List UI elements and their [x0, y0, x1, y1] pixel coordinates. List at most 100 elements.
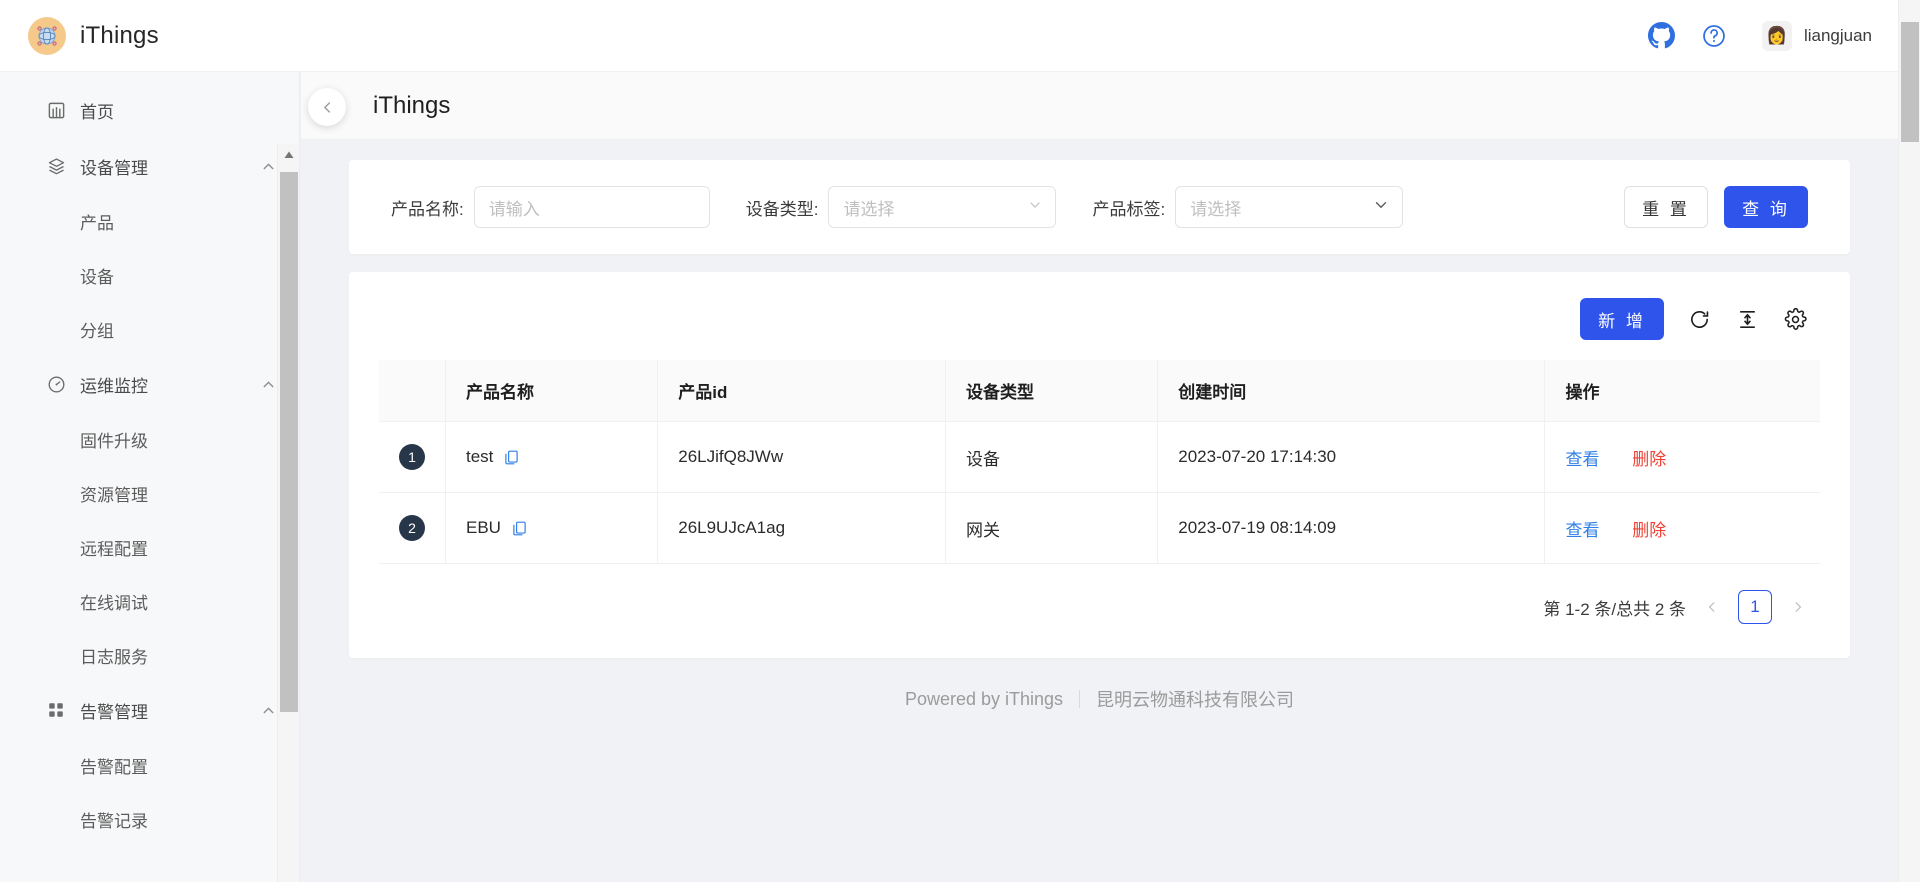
sidebar-group-ops-monitoring[interactable]: 运维监控	[0, 356, 299, 412]
filter-actions: 重 置 查 询	[1624, 186, 1808, 228]
row-device-type-cell: 网关	[945, 492, 1159, 564]
sidebar-collapse-button[interactable]	[308, 88, 346, 126]
layers-icon	[46, 156, 66, 176]
row-index-badge: 2	[399, 515, 425, 541]
products-table: 产品名称 产品id 设备类型 创建时间 操作 1 test 26LJifQ8JW…	[379, 360, 1820, 564]
sidebar-scrollbar-thumb[interactable]	[280, 172, 298, 712]
chevron-down-icon	[1372, 196, 1390, 219]
sidebar-item-group[interactable]: 分组	[0, 302, 299, 356]
delete-link[interactable]: 删除	[1632, 521, 1666, 540]
sidebar-item-firmware-upgrade[interactable]: 固件升级	[0, 412, 299, 466]
sidebar: 首页 设备管理 产品 设备 分组 运维监控 固件升级 资源管理 远程配置 在线调…	[0, 72, 300, 882]
pagination-summary: 第 1-2 条/总共 2 条	[1543, 599, 1686, 619]
page-scrollbar[interactable]	[1898, 0, 1920, 882]
filter-product-tag: 产品标签: 请选择	[1092, 186, 1404, 228]
user-menu[interactable]: 👩 liangjuan	[1761, 20, 1872, 51]
table-row[interactable]: 2 EBU 26L9UJcA1ag 网关 2023-07-19 08:14:09…	[379, 492, 1820, 564]
sidebar-group-alarm-management[interactable]: 告警管理	[0, 682, 299, 738]
sidebar-item-label: 告警管理	[80, 702, 148, 722]
row-product-name-cell: EBU	[445, 492, 659, 564]
sidebar-group-device-management[interactable]: 设备管理	[0, 138, 299, 194]
row-actions-cell: 查看 删除	[1544, 421, 1820, 493]
copy-icon[interactable]	[511, 520, 528, 537]
add-button[interactable]: 新 增	[1580, 298, 1664, 340]
filter-panel: 产品名称: 请输入 设备类型: 请选择 产品标签: 请选择 重 置 查 询	[349, 160, 1850, 254]
product-name-text: test	[466, 447, 494, 466]
sidebar-item-label: 首页	[80, 102, 114, 122]
user-name: liangjuan	[1803, 25, 1872, 45]
brand[interactable]: iThings	[28, 16, 159, 55]
sidebar-item-alarm-config[interactable]: 告警配置	[0, 738, 299, 792]
scroll-up-arrow-icon[interactable]	[278, 144, 299, 166]
device-type-value: 请选择	[843, 199, 895, 219]
sidebar-item-label: 资源管理	[80, 485, 148, 505]
sidebar-item-online-debug[interactable]: 在线调试	[0, 574, 299, 628]
row-actions-cell: 查看 删除	[1544, 492, 1820, 564]
sidebar-item-device[interactable]: 设备	[0, 248, 299, 302]
home-icon	[46, 100, 66, 120]
sidebar-item-label: 分组	[80, 321, 114, 341]
col-device-type: 设备类型	[945, 360, 1159, 422]
chevron-up-icon[interactable]	[260, 376, 277, 393]
device-type-select[interactable]: 请选择	[828, 186, 1057, 228]
view-link[interactable]: 查看	[1565, 450, 1599, 469]
col-product-name: 产品名称	[445, 360, 659, 422]
row-product-id-cell: 26L9UJcA1ag	[657, 492, 947, 564]
pagination-prev-button[interactable]	[1702, 593, 1722, 621]
avatar: 👩	[1761, 20, 1792, 51]
sidebar-scrollbar[interactable]	[277, 144, 299, 882]
sidebar-item-resource-management[interactable]: 资源管理	[0, 466, 299, 520]
page-header: iThings	[301, 72, 1898, 140]
header-actions: 👩 liangjuan	[1636, 10, 1872, 62]
filter-device-type: 设备类型: 请选择	[746, 186, 1057, 228]
product-name-text: EBU	[466, 518, 501, 537]
grid-icon	[46, 700, 66, 720]
row-product-id-cell: 26LJifQ8JWw	[657, 421, 947, 493]
product-name-input[interactable]: 请输入	[473, 186, 710, 228]
page-scrollbar-thumb[interactable]	[1901, 22, 1919, 142]
table-panel: 新 增 产品名称 产品id 设备类型 创建时间 操作 1 test 26LJif…	[349, 272, 1850, 658]
reset-button[interactable]: 重 置	[1624, 186, 1708, 228]
pagination: 第 1-2 条/总共 2 条 1	[379, 564, 1820, 628]
filter-product-name: 产品名称: 请输入	[391, 186, 710, 228]
footer-powered-by: Powered by iThings	[904, 688, 1064, 709]
footer-divider	[1079, 690, 1081, 708]
product-tag-select[interactable]: 请选择	[1175, 186, 1404, 228]
sidebar-item-label: 固件升级	[80, 431, 148, 451]
sidebar-item-alarm-records[interactable]: 告警记录	[0, 792, 299, 846]
table-body: 1 test 26LJifQ8JWw 设备 2023-07-20 17:14:3…	[379, 421, 1820, 564]
search-button[interactable]: 查 询	[1724, 186, 1808, 228]
sidebar-item-home[interactable]: 首页	[0, 82, 299, 138]
table-toolbar: 新 增	[379, 298, 1820, 340]
content-area: 产品名称: 请输入 设备类型: 请选择 产品标签: 请选择 重 置 查 询 新 …	[301, 140, 1898, 712]
pagination-page-1[interactable]: 1	[1738, 590, 1772, 624]
view-link[interactable]: 查看	[1565, 521, 1599, 540]
sidebar-item-log-service[interactable]: 日志服务	[0, 628, 299, 682]
sidebar-item-remote-config[interactable]: 远程配置	[0, 520, 299, 574]
filter-label: 设备类型:	[745, 199, 819, 219]
app-header: iThings 👩 liangjuan	[0, 0, 1920, 72]
pagination-next-button[interactable]	[1788, 593, 1808, 621]
refresh-icon[interactable]	[1686, 306, 1712, 332]
sidebar-item-label: 日志服务	[80, 647, 148, 667]
chevron-left-icon	[323, 101, 330, 113]
footer: Powered by iThings 昆明云物通科技有限公司	[349, 658, 1850, 712]
chevron-up-icon[interactable]	[260, 158, 277, 175]
density-icon[interactable]	[1734, 306, 1760, 332]
chevron-down-icon	[1027, 197, 1043, 218]
sidebar-item-label: 产品	[80, 213, 114, 233]
gear-icon[interactable]	[1782, 306, 1808, 332]
sidebar-item-label: 设备管理	[80, 158, 148, 178]
table-row[interactable]: 1 test 26LJifQ8JWw 设备 2023-07-20 17:14:3…	[379, 421, 1820, 493]
question-circle-icon[interactable]	[1688, 10, 1740, 62]
row-product-name-cell: test	[445, 421, 659, 493]
sidebar-item-product[interactable]: 产品	[0, 194, 299, 248]
col-index	[379, 360, 446, 422]
col-actions: 操作	[1544, 360, 1820, 422]
copy-icon[interactable]	[503, 449, 520, 466]
github-icon[interactable]	[1636, 10, 1688, 62]
filter-label: 产品名称:	[391, 199, 464, 219]
delete-link[interactable]: 删除	[1632, 450, 1666, 469]
row-created-at-cell: 2023-07-20 17:14:30	[1157, 421, 1546, 493]
chevron-up-icon[interactable]	[260, 702, 277, 719]
